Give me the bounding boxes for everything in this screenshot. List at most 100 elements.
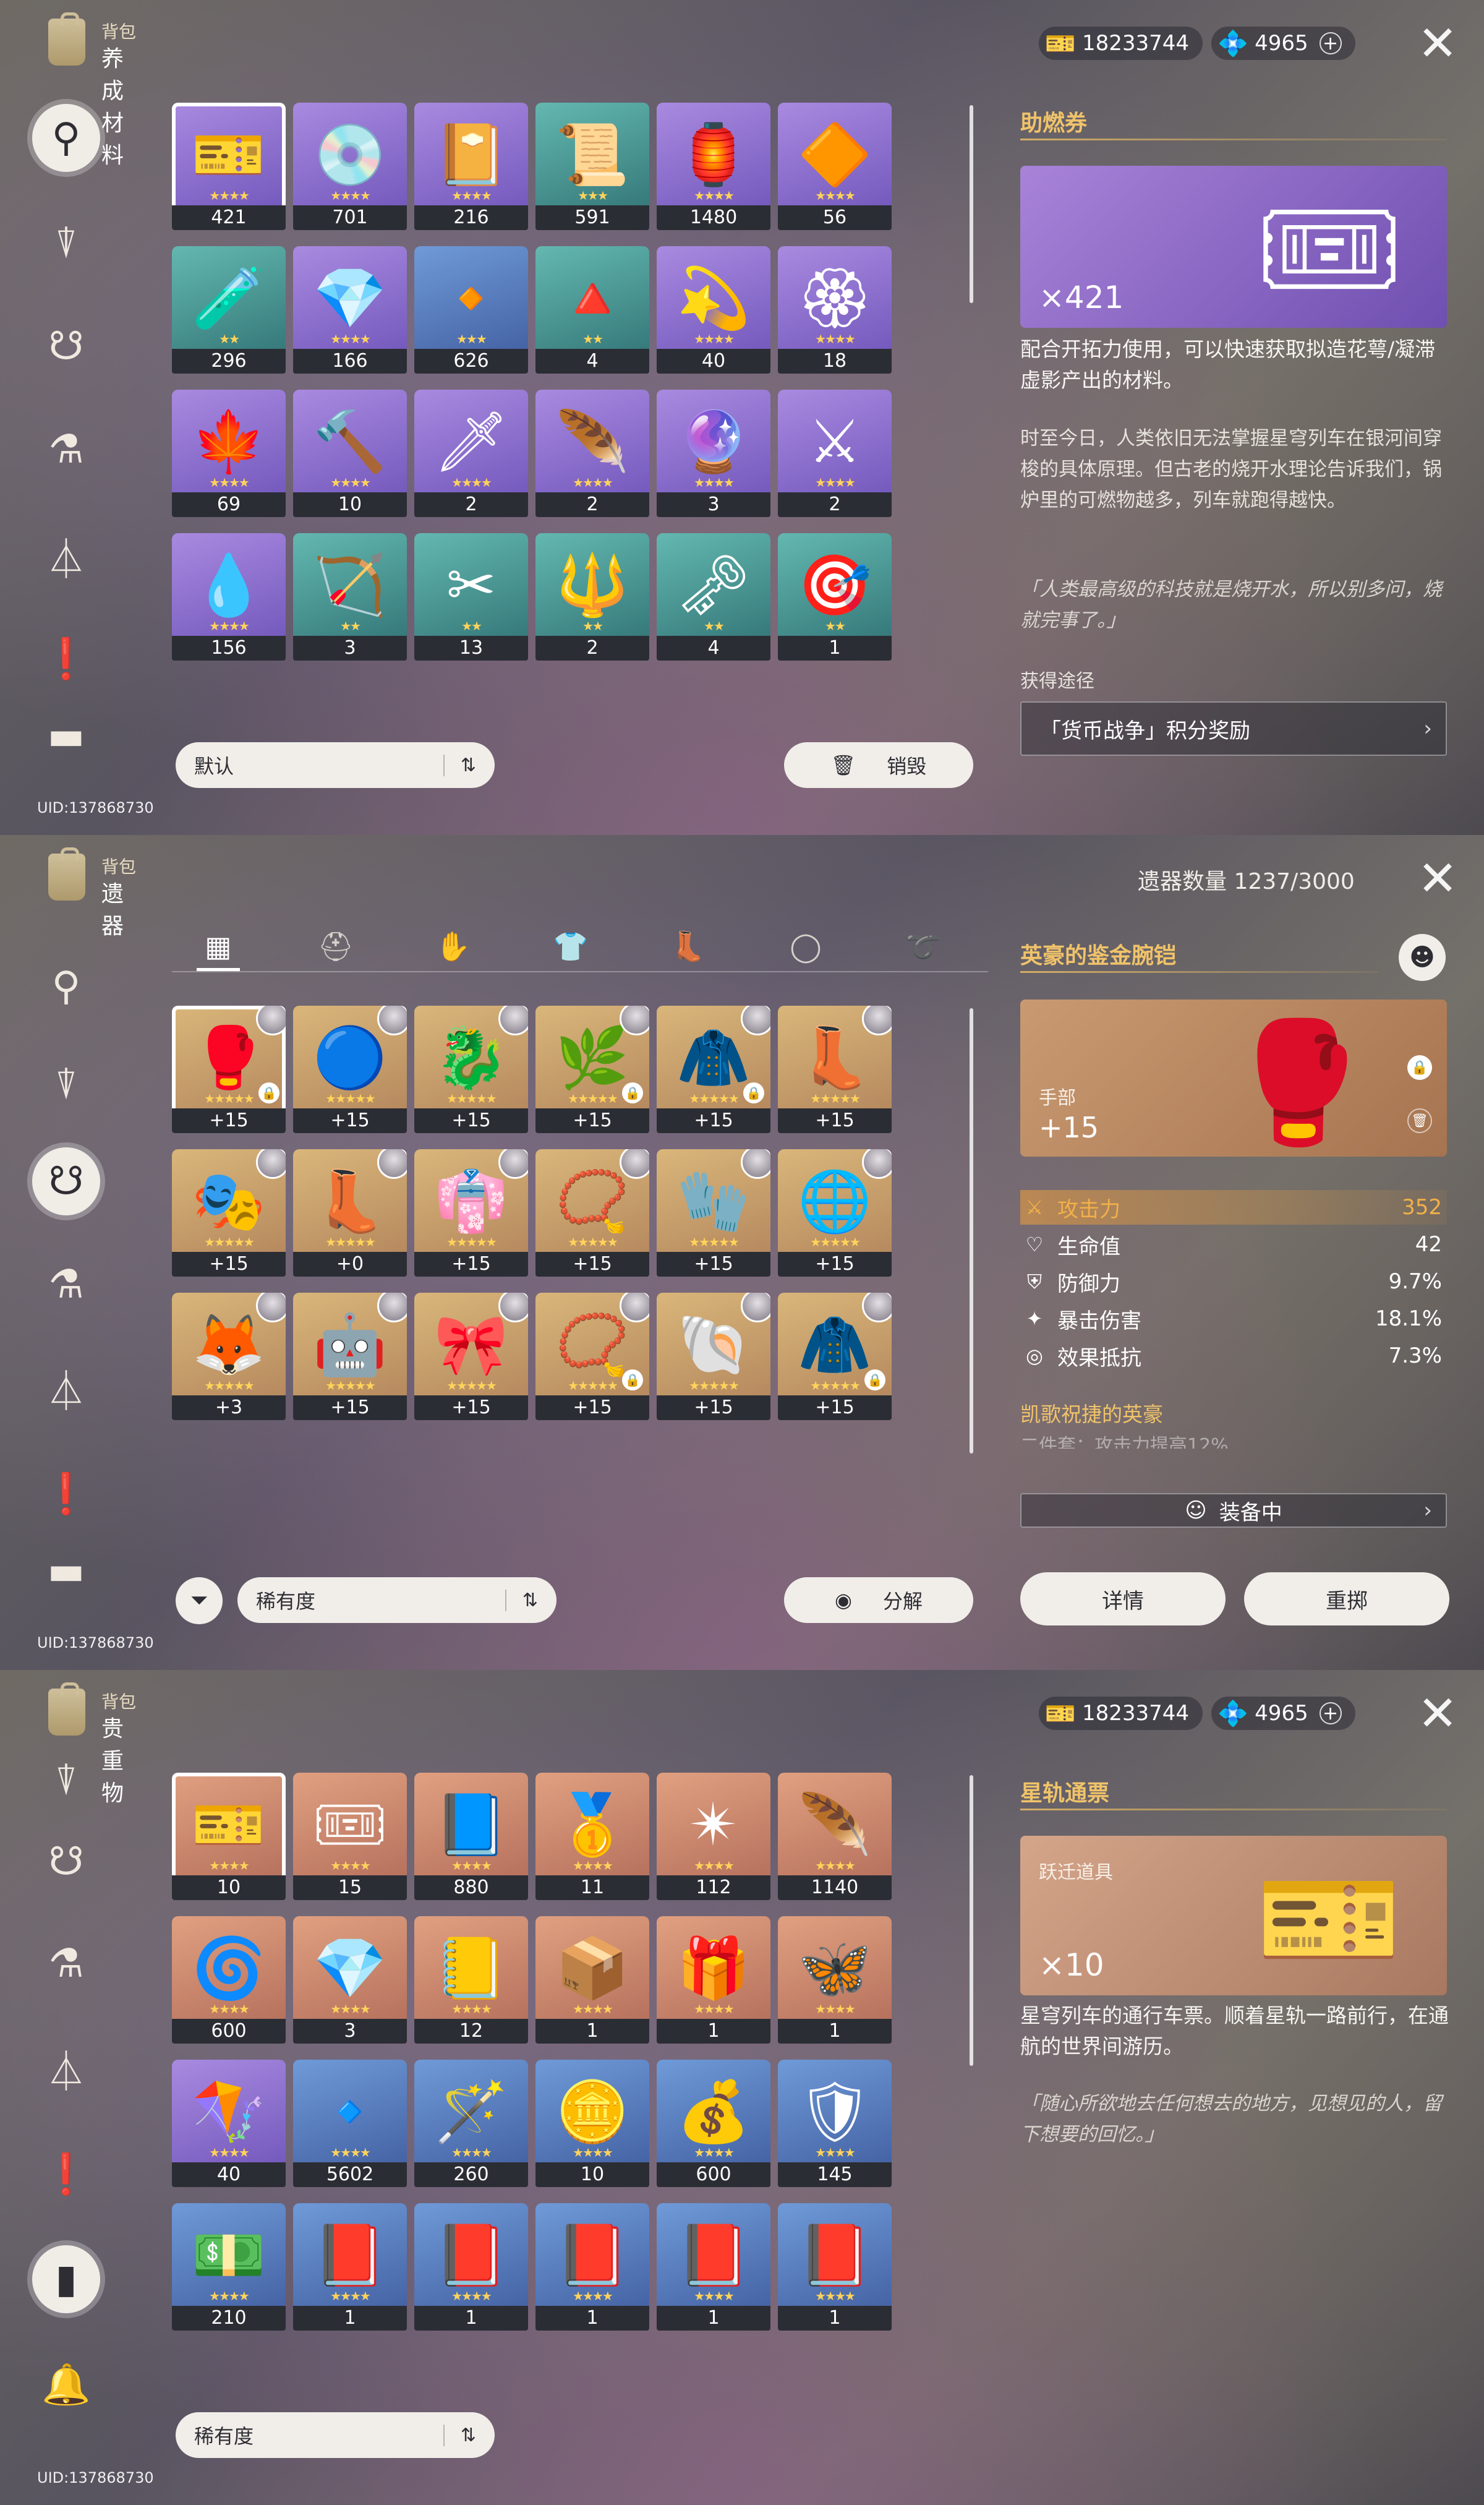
inventory-item[interactable]: 💧 ★★★★ 156 xyxy=(172,533,286,661)
inventory-item[interactable]: 🎯 ★★ 1 xyxy=(778,533,892,661)
jade-display[interactable]: 💠 4965 + xyxy=(1211,1697,1355,1730)
source-button[interactable]: 「货币战争」积分奖励 › xyxy=(1020,701,1447,756)
inventory-item[interactable]: 📕 ★★★★ 1 xyxy=(414,2203,528,2331)
inventory-item[interactable]: 🔱 ★★ 2 xyxy=(535,533,649,661)
inventory-item[interactable]: 🌀 ★★★★ 600 xyxy=(172,1916,286,2044)
inventory-item[interactable]: 🪶 ★★★★ 1140 xyxy=(778,1773,892,1900)
close-icon[interactable]: ✕ xyxy=(1416,855,1459,903)
character-avatar-icon[interactable]: ☻ xyxy=(1399,934,1446,981)
sort-order-icon[interactable]: ⇅ xyxy=(505,1589,538,1611)
inventory-item[interactable]: 🪶 ★★★★ 2 xyxy=(535,390,649,517)
scrollbar[interactable] xyxy=(970,105,973,303)
scrollbar[interactable] xyxy=(970,1008,973,1454)
details-button[interactable]: 详情 xyxy=(1020,1572,1226,1625)
tab-sphere-icon[interactable]: ◯ xyxy=(759,922,852,971)
inventory-item[interactable]: 🔮 ★★★★ 3 xyxy=(657,390,770,517)
tab-head-icon[interactable]: ⛑ xyxy=(289,922,382,971)
inventory-item[interactable]: 🔵 ★★★★★ +15 xyxy=(293,1006,407,1133)
inventory-item[interactable]: 🗡 ★★★★ 2 xyxy=(414,390,528,517)
inventory-item[interactable]: 🥇 ★★★★ 11 xyxy=(535,1773,649,1900)
inventory-item[interactable]: 🪙 ★★★★ 10 xyxy=(535,2060,649,2187)
reroll-button[interactable]: 重掷 xyxy=(1244,1572,1449,1625)
tab-hands-icon[interactable]: ✋ xyxy=(407,922,500,971)
inventory-item[interactable]: 🎁 ★★★★ 1 xyxy=(657,1916,770,2044)
nav-consumables-icon[interactable]: ⚗ xyxy=(32,416,100,484)
tab-body-icon[interactable]: 👕 xyxy=(524,922,617,971)
inventory-item[interactable]: 🐚 ★★★★★ +15 xyxy=(657,1293,770,1420)
scrollbar[interactable] xyxy=(970,1775,973,2066)
inventory-item[interactable]: 🥊 ★★★★★ 🔒 +15 xyxy=(172,1006,286,1133)
inventory-item[interactable]: 💵 ★★★★ 210 xyxy=(172,2203,286,2331)
inventory-item[interactable]: 👘 ★★★★★ +15 xyxy=(414,1149,528,1277)
inventory-item[interactable]: 🧤 ★★★★★ +15 xyxy=(657,1149,770,1277)
jade-display[interactable]: 💠 4965 + xyxy=(1211,27,1355,60)
sort-order-icon[interactable]: ⇅ xyxy=(443,2424,476,2446)
inventory-item[interactable]: 🎫 ★★★★ 10 xyxy=(172,1773,286,1900)
inventory-item[interactable]: 👢 ★★★★★ +0 xyxy=(293,1149,407,1277)
sort-dropdown[interactable]: 稀有度 ⇅ xyxy=(176,2412,495,2458)
inventory-item[interactable]: 📘 ★★★★ 880 xyxy=(414,1773,528,1900)
inventory-item[interactable]: 🔨 ★★★★ 10 xyxy=(293,390,407,517)
nav-missions-icon[interactable]: ❗ xyxy=(32,625,100,693)
discard-icon[interactable]: 🗑 xyxy=(1407,1108,1432,1133)
nav-consumables-icon[interactable]: ⚗ xyxy=(32,1251,100,1319)
inventory-item[interactable]: 📒 ★★★★ 12 xyxy=(414,1916,528,2044)
inventory-item[interactable]: 🦋 ★★★★ 1 xyxy=(778,1916,892,2044)
nav-consumables-icon[interactable]: ⚗ xyxy=(32,1930,100,1998)
inventory-item[interactable]: 💫 ★★★★ 40 xyxy=(657,246,770,374)
inventory-item[interactable]: 🔺 ★★ 4 xyxy=(535,246,649,374)
inventory-item[interactable]: 🦊 ★★★★★ +3 xyxy=(172,1293,286,1420)
nav-relics-icon[interactable]: ☋ xyxy=(32,1147,100,1215)
inventory-item[interactable]: 📕 ★★★★ 1 xyxy=(657,2203,770,2331)
inventory-item[interactable]: 📜 ★★★ 591 xyxy=(535,103,649,230)
nav-missions-icon[interactable]: ❗ xyxy=(32,1460,100,1528)
inventory-item[interactable]: 🧥 ★★★★★ 🔒 +15 xyxy=(657,1006,770,1133)
nav-flask-icon[interactable]: ⏃ xyxy=(32,2035,100,2103)
destroy-button[interactable]: 🗑 销毁 xyxy=(784,742,973,788)
inventory-item[interactable]: 📕 ★★★★ 1 xyxy=(778,2203,892,2331)
add-jade-button[interactable]: + xyxy=(1319,1702,1342,1724)
inventory-item[interactable]: 🌐 ★★★★★ +15 xyxy=(778,1149,892,1277)
inventory-item[interactable]: 💰 ★★★★ 600 xyxy=(657,2060,770,2187)
equipped-button[interactable]: ☺ 装备中 › xyxy=(1020,1493,1447,1528)
inventory-item[interactable]: 🪄 ★★★★ 260 xyxy=(414,2060,528,2187)
inventory-item[interactable]: 🪁 ★★★★ 40 xyxy=(172,2060,286,2187)
tab-feet-icon[interactable]: 👢 xyxy=(642,922,735,971)
salvage-button[interactable]: ◉ 分解 xyxy=(784,1577,973,1623)
nav-valuables-icon[interactable]: ▬ xyxy=(32,713,100,759)
sort-dropdown[interactable]: 稀有度 ⇅ xyxy=(237,1577,556,1623)
inventory-item[interactable]: 🏹 ★★ 3 xyxy=(293,533,407,661)
inventory-item[interactable]: 🏮 ★★★★ 1480 xyxy=(657,103,770,230)
nav-cones-icon[interactable]: ⍒ xyxy=(32,1051,100,1120)
inventory-item[interactable]: 🌿 ★★★★★ 🔒 +15 xyxy=(535,1006,649,1133)
close-icon[interactable]: ✕ xyxy=(1416,20,1459,68)
inventory-item[interactable]: 📕 ★★★★ 1 xyxy=(535,2203,649,2331)
inventory-item[interactable]: ⚔ ★★★★ 2 xyxy=(778,390,892,517)
inventory-item[interactable]: 🛡 ★★★★ 145 xyxy=(778,2060,892,2187)
inventory-item[interactable]: 💎 ★★★★ 166 xyxy=(293,246,407,374)
inventory-item[interactable]: 🎀 ★★★★★ +15 xyxy=(414,1293,528,1420)
inventory-item[interactable]: 📿 ★★★★★ +15 xyxy=(535,1149,649,1277)
inventory-item[interactable]: 💎 ★★★★ 3 xyxy=(293,1916,407,2044)
inventory-item[interactable]: 🎭 ★★★★★ +15 xyxy=(172,1149,286,1277)
inventory-item[interactable]: 🔶 ★★★★ 56 xyxy=(778,103,892,230)
nav-cones-icon[interactable]: ⍒ xyxy=(32,210,100,278)
inventory-item[interactable]: 🗝 ★★ 4 xyxy=(657,533,770,661)
nav-missions-icon[interactable]: ❗ xyxy=(32,2140,100,2208)
nav-materials-icon[interactable]: ⚲ xyxy=(32,104,100,172)
inventory-item[interactable]: 🔹 ★★★★ 5602 xyxy=(293,2060,407,2187)
lock-icon[interactable]: 🔒 xyxy=(1407,1055,1432,1080)
inventory-item[interactable]: 🔸 ★★★ 626 xyxy=(414,246,528,374)
nav-other-icon[interactable]: 🔔 xyxy=(32,2350,100,2418)
nav-materials-icon[interactable]: ⚲ xyxy=(32,953,100,1021)
inventory-item[interactable]: 👢 ★★★★★ +15 xyxy=(778,1006,892,1133)
inventory-item[interactable]: 🍁 ★★★★ 69 xyxy=(172,390,286,517)
inventory-item[interactable]: 🧪 ★★ 296 xyxy=(172,246,286,374)
add-jade-button[interactable]: + xyxy=(1319,32,1342,54)
inventory-item[interactable]: 📦 ★★★★ 1 xyxy=(535,1916,649,2044)
inventory-item[interactable]: ✂ ★★ 13 xyxy=(414,533,528,661)
nav-cones-icon[interactable]: ⍒ xyxy=(32,1758,100,1804)
inventory-item[interactable]: 🎟 ★★★★ 15 xyxy=(293,1773,407,1900)
inventory-item[interactable]: 🏵 ★★★★ 18 xyxy=(778,246,892,374)
nav-relics-icon[interactable]: ☋ xyxy=(32,1828,100,1896)
